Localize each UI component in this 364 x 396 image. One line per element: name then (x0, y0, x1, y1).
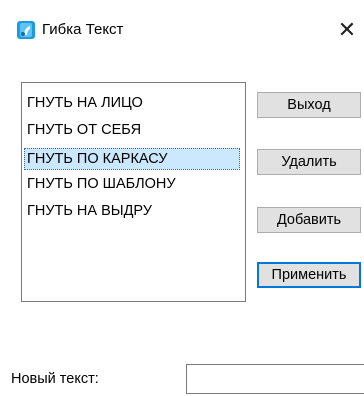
list-item[interactable]: ГНУТЬ НА ВЫДРУ (25, 200, 152, 222)
new-text-label: Новый текст: (11, 371, 99, 387)
window-title: Гибка Текст (42, 21, 124, 38)
list-item[interactable]: ГНУТЬ ОТ СЕБЯ (25, 119, 141, 141)
app-icon (17, 21, 35, 39)
close-icon: ✕ (337, 17, 357, 42)
close-button[interactable]: ✕ (330, 12, 364, 48)
title-bar: Гибка Текст ✕ (0, 0, 364, 58)
add-button[interactable]: Добавить (257, 207, 361, 233)
apply-button[interactable]: Применить (257, 262, 361, 288)
list-item-selected[interactable]: ГНУТЬ ПО КАРКАСУ (24, 148, 240, 170)
exit-button[interactable]: Выход (257, 92, 361, 118)
text-options-listbox[interactable]: ГНУТЬ НА ЛИЦО ГНУТЬ ОТ СЕБЯ ГНУТЬ ПО КАР… (21, 82, 246, 302)
dialog-window: Гибка Текст ✕ ГНУТЬ НА ЛИЦО ГНУТЬ ОТ СЕБ… (0, 0, 364, 396)
delete-button[interactable]: Удалить (257, 149, 361, 175)
list-item[interactable]: ГНУТЬ НА ЛИЦО (25, 92, 143, 114)
new-text-input[interactable] (186, 364, 364, 394)
list-item[interactable]: ГНУТЬ ПО ШАБЛОНУ (25, 173, 176, 195)
